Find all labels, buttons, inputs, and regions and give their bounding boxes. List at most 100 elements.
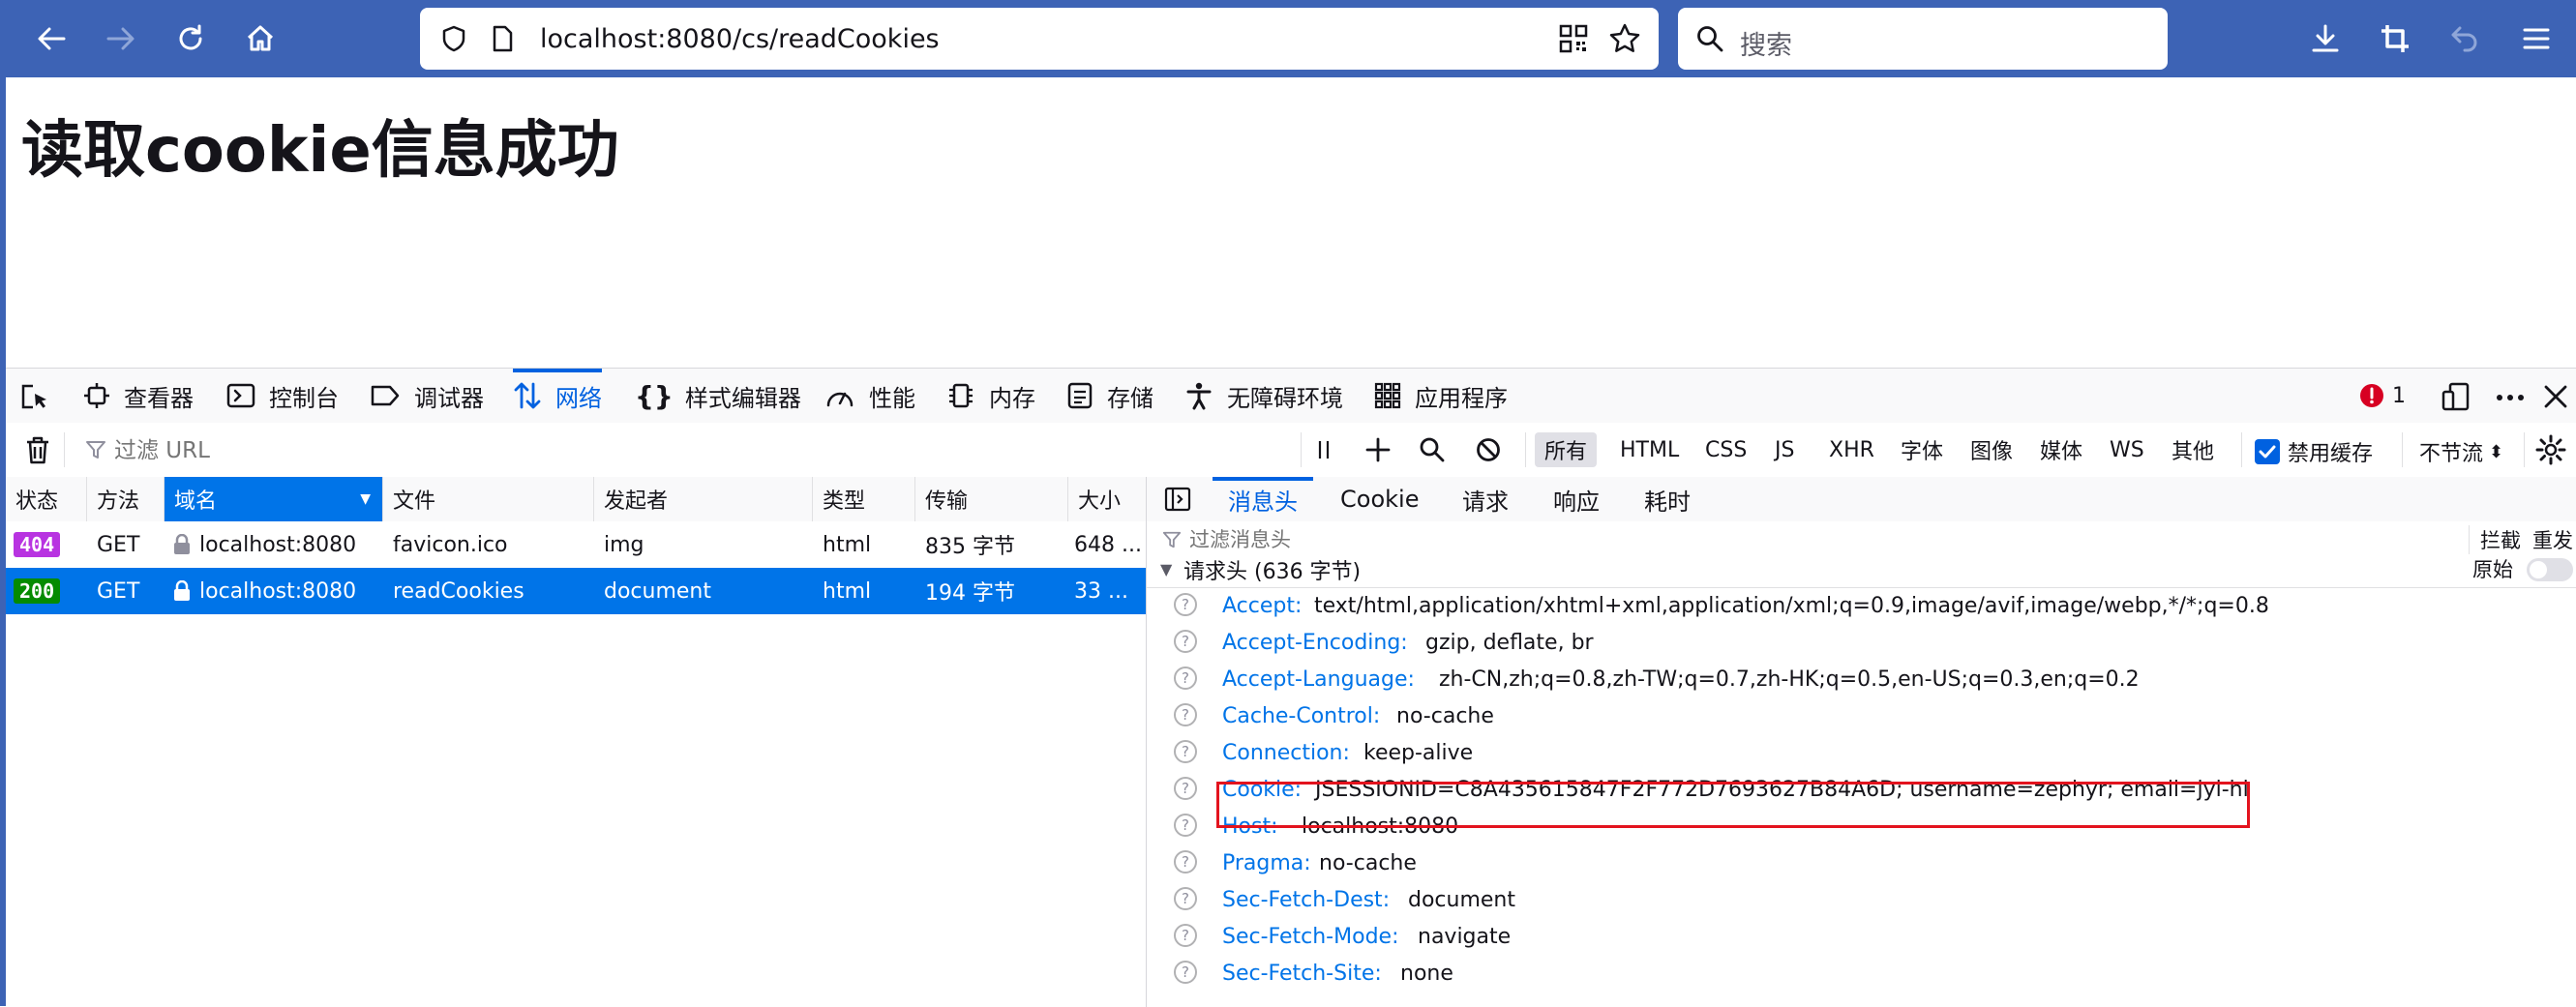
more-options-icon[interactable] [2495,382,2526,413]
header-row-accept[interactable]: ? Accept: text/html,application/xhtml+xml,… [1147,587,2576,624]
network-filterbar: 所有 HTML CSS JS XHR 字体 图像 媒体 WS 其他 禁用缓存 不… [6,423,2576,478]
tab-application[interactable]: 应用程序 [1374,369,1508,423]
filter-type-images[interactable]: 图像 [1961,432,2022,467]
tab-console[interactable]: 控制台 [226,369,339,423]
trash-icon[interactable] [23,434,52,465]
pause-icon[interactable] [1310,436,1337,463]
gear-icon[interactable] [2535,434,2566,465]
raw-label: 原始 [2472,558,2513,581]
status-badge: 404 [14,532,61,557]
help-icon[interactable]: ? [1174,850,1197,874]
forward-button[interactable] [95,13,147,65]
filter-type-ws[interactable]: WS [2100,432,2154,467]
toggle-sidebar-icon[interactable] [1164,487,1191,512]
column-status[interactable]: 状态 [6,477,87,521]
reload-button[interactable] [165,13,217,65]
filter-type-html[interactable]: HTML [1610,432,1689,467]
help-icon[interactable]: ? [1174,961,1197,984]
filter-headers-input[interactable] [1187,524,2352,555]
url-text: localhost:8080/cs/readCookies [540,24,940,54]
tab-style-editor[interactable]: {} 样式编辑器 [635,369,801,423]
filter-type-fonts[interactable]: 字体 [1891,432,1953,467]
block-button[interactable]: 拦截 [2480,525,2521,554]
filter-type-other[interactable]: 其他 [2162,432,2224,467]
error-count[interactable]: 1 [2359,382,2406,409]
header-name: Pragma: [1222,850,1311,875]
header-row-accept-encoding[interactable]: ? Accept-Encoding: gzip, deflate, br [1147,624,2576,661]
help-icon[interactable]: ? [1174,777,1197,800]
header-row-cache-control[interactable]: ? Cache-Control: no-cache [1147,697,2576,734]
disable-cache-checkbox[interactable]: 禁用缓存 [2255,436,2373,467]
header-row-connection[interactable]: ? Connection: keep-alive [1147,734,2576,771]
filter-type-js[interactable]: JS [1765,432,1804,467]
help-icon[interactable]: ? [1174,924,1197,947]
column-initiator[interactable]: 发起者 [594,477,813,521]
tab-style-editor-label: 样式编辑器 [684,384,801,412]
filter-url-input[interactable] [112,432,1297,469]
column-type[interactable]: 类型 [813,477,915,521]
header-row-pragma[interactable]: ? Pragma: no-cache [1147,844,2576,881]
help-icon[interactable]: ? [1174,666,1197,690]
qr-code-icon[interactable] [1558,23,1589,54]
throttle-select[interactable]: 不节流 ⬍ [2419,436,2503,467]
devtools-panel: 查看器 控制台 调试器 网络 {} 样式编辑器 性能 内存 存储 无障碍环境 应… [6,368,2576,1007]
help-icon[interactable]: ? [1174,814,1197,837]
column-size[interactable]: 大小 [1068,477,1146,521]
error-count-label: 1 [2392,383,2406,408]
search-icon[interactable] [1419,436,1446,463]
tab-headers[interactable]: 消息头 [1213,477,1313,521]
tab-timings[interactable]: 耗时 [1644,477,1691,521]
search-bar[interactable]: 搜索 [1678,8,2168,70]
help-icon[interactable]: ? [1174,887,1197,910]
raw-toggle[interactable] [2527,558,2573,581]
tab-storage[interactable]: 存储 [1066,369,1153,423]
toggle-knob [2530,561,2547,578]
responsive-design-icon[interactable] [2441,381,2471,412]
filter-type-xhr[interactable]: XHR [1819,432,1884,467]
column-file[interactable]: 文件 [383,477,594,521]
undo-button[interactable] [2439,13,2491,65]
header-row-sec-fetch-mode[interactable]: ? Sec-Fetch-Mode: navigate [1147,918,2576,955]
filter-type-css[interactable]: CSS [1695,432,1756,467]
filter-type-all[interactable]: 所有 [1535,432,1598,467]
tab-network[interactable]: 网络 [513,369,602,423]
request-method: GET [97,578,140,604]
block-icon[interactable] [1475,436,1502,463]
url-bar[interactable]: localhost:8080/cs/readCookies [420,8,1659,70]
tab-inspector[interactable]: 查看器 [83,369,194,423]
back-button[interactable] [25,13,77,65]
filter-type-media[interactable]: 媒体 [2030,432,2092,467]
tab-response[interactable]: 响应 [1553,477,1600,521]
help-icon[interactable]: ? [1174,703,1197,726]
help-icon[interactable]: ? [1174,630,1197,653]
header-row-sec-fetch-dest[interactable]: ? Sec-Fetch-Dest: document [1147,881,2576,918]
request-row-selected[interactable]: 200 GET localhost:8080 readCookies docum… [6,568,1146,614]
column-method[interactable]: 方法 [87,477,165,521]
header-row-sec-fetch-site[interactable]: ? Sec-Fetch-Site: none [1147,955,2576,992]
request-headers-section[interactable]: ▼ 请求头 (636 字节) 原始 [1147,558,2576,588]
resend-button[interactable]: 重发 [2532,525,2573,554]
divider [1525,432,1526,467]
column-domain[interactable]: 域名 ▼ [165,477,383,521]
tab-debugger[interactable]: 调试器 [370,369,484,423]
help-icon[interactable]: ? [1174,593,1197,616]
element-picker-icon[interactable] [19,382,50,413]
bookmark-star-icon[interactable] [1608,22,1641,55]
column-transferred[interactable]: 传输 [915,477,1068,521]
tab-accessibility[interactable]: 无障碍环境 [1184,369,1343,423]
home-button[interactable] [234,13,286,65]
header-row-accept-language[interactable]: ? Accept-Language: zh-CN,zh;q=0.8,zh-TW;q=… [1147,661,2576,697]
screenshot-button[interactable] [2369,13,2421,65]
tab-application-label: 应用程序 [1415,384,1508,412]
tab-performance[interactable]: 性能 [824,369,915,423]
tab-memory[interactable]: 内存 [946,369,1035,423]
tab-cookies[interactable]: Cookie [1340,477,1419,521]
add-icon[interactable] [1364,436,1392,463]
header-name: Accept-Encoding: [1222,630,1408,655]
tab-request[interactable]: 请求 [1462,477,1509,521]
request-row[interactable]: 404 GET localhost:8080 favicon.ico img h… [6,521,1146,568]
downloads-button[interactable] [2299,13,2351,65]
help-icon[interactable]: ? [1174,740,1197,763]
menu-button[interactable] [2510,13,2562,65]
close-icon[interactable] [2543,384,2568,409]
